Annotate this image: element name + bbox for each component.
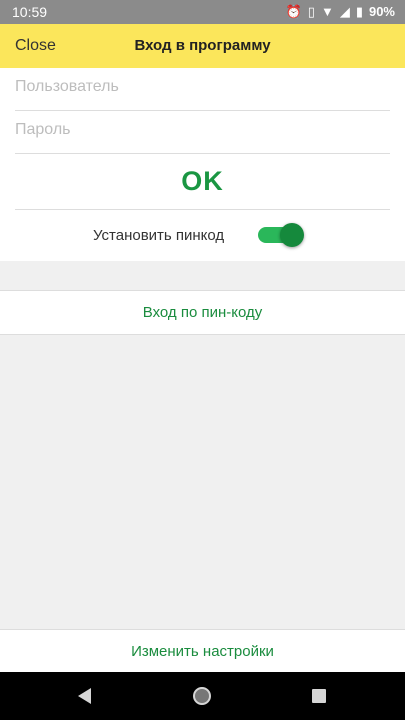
toggle-thumb — [280, 223, 304, 247]
status-time: 10:59 — [12, 4, 48, 20]
status-bar: 10:59 ⏰ ▯ ▼ ◢ ▮ 90% — [0, 0, 405, 24]
navigation-bar — [0, 672, 405, 720]
page-title: Вход в программу — [134, 37, 271, 54]
wifi-icon: ▼ — [320, 4, 334, 19]
vibrate-icon: ▯ — [307, 4, 315, 19]
password-field-container — [15, 111, 390, 154]
change-settings-label: Изменить настройки — [131, 643, 274, 660]
signal-icon: ◢ — [339, 4, 350, 19]
home-icon[interactable] — [193, 687, 211, 705]
ok-button[interactable]: OK — [181, 166, 224, 197]
status-icons: ⏰ ▯ ▼ ◢ ▮ 90% — [286, 3, 395, 21]
username-field-container — [15, 68, 390, 111]
pin-login-label: Вход по пин-коду — [142, 304, 263, 321]
change-settings-button[interactable]: Изменить настройки — [0, 629, 405, 673]
pin-toggle-label: Установить пинкод — [93, 227, 225, 244]
back-icon[interactable] — [78, 688, 91, 704]
recents-icon[interactable] — [312, 689, 326, 703]
pin-login-button[interactable]: Вход по пин-коду — [0, 290, 405, 335]
ok-row: OK — [15, 154, 390, 210]
battery-percent: 90% — [368, 4, 395, 19]
username-input[interactable] — [15, 68, 390, 96]
app-bar: Close Вход в программу — [0, 24, 405, 68]
alarm-icon: ⏰ — [285, 4, 302, 19]
pin-toggle-switch[interactable] — [258, 223, 306, 247]
password-input[interactable] — [15, 111, 390, 139]
pin-toggle-row: Установить пинкод — [0, 210, 405, 261]
battery-icon: ▮ — [355, 4, 363, 19]
login-form: OK Установить пинкод — [0, 68, 405, 261]
